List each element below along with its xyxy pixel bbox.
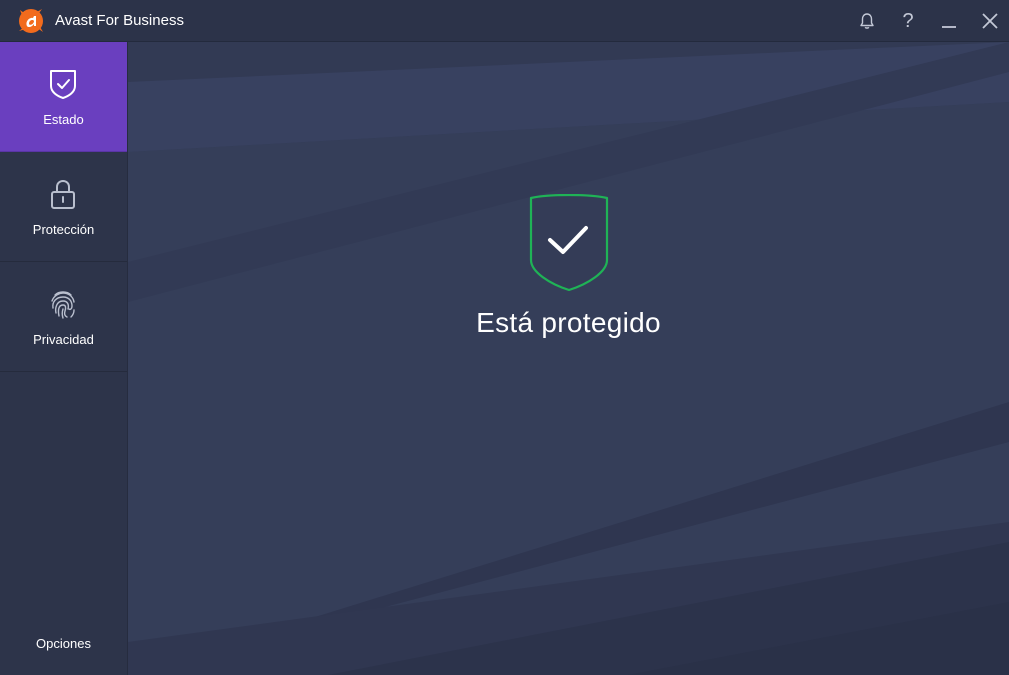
title-bar: Avast For Business ? <box>0 0 1009 42</box>
close-button[interactable] <box>978 9 1002 33</box>
protected-shield-icon <box>529 194 609 292</box>
help-icon: ? <box>902 10 914 32</box>
background-decoration <box>128 42 1009 675</box>
help-button[interactable]: ? <box>896 9 920 33</box>
protection-status-text: Está protegido <box>476 307 661 338</box>
bell-icon <box>860 13 874 29</box>
main-panel: Está protegido <box>128 42 1009 675</box>
avast-logo-icon <box>19 9 43 33</box>
sidebar-item-estado[interactable]: Estado <box>0 42 127 152</box>
sidebar-item-label: Privacidad <box>33 332 94 347</box>
minimize-icon <box>942 26 956 28</box>
app-window: Avast For Business ? Estado Protección P… <box>0 0 1009 675</box>
sidebar-item-proteccion[interactable]: Protección <box>0 152 127 262</box>
sidebar: Estado Protección Privacidad Opciones <box>0 42 128 675</box>
sidebar-item-label: Protección <box>32 222 95 237</box>
lock-icon <box>51 179 75 209</box>
app-title: Avast For Business <box>55 12 184 29</box>
sidebar-item-label: Estado <box>43 112 84 127</box>
notifications-button[interactable] <box>855 9 879 33</box>
minimize-button[interactable] <box>937 9 961 33</box>
sidebar-item-privacidad[interactable]: Privacidad <box>0 262 127 372</box>
close-icon <box>982 13 998 29</box>
fingerprint-icon <box>51 291 75 319</box>
shield-check-icon <box>50 70 76 99</box>
options-link[interactable]: Opciones <box>0 636 127 652</box>
